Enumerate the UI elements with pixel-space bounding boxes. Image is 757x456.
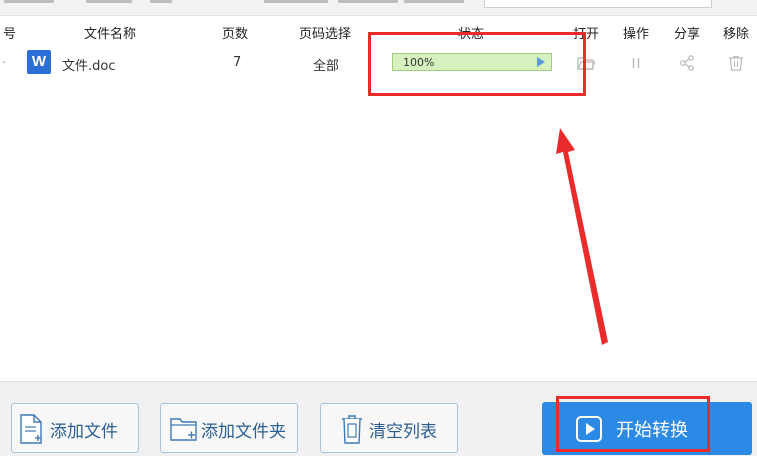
annotation-arrow <box>556 128 608 345</box>
converter-window: 号 文件名称 页数 页码选择 状态 打开 操作 分享 移除 . W 文件.doc… <box>0 0 757 456</box>
